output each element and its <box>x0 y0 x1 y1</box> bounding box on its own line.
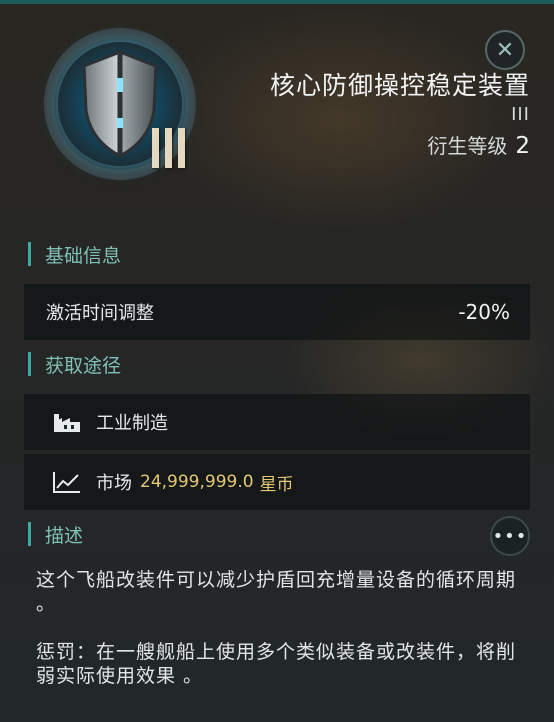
description-text: 这个飞船改装件可以减少护盾回充增量设备的循环周期 。 <box>36 569 517 615</box>
derive-label: 衍生等级 <box>427 134 508 158</box>
attribute-row: 激活时间调整 -20% <box>24 284 530 340</box>
market-price: 24,999,999.0 <box>140 472 254 492</box>
attribute-value: -20% <box>458 300 510 324</box>
section-basic-info: 基础信息 <box>28 240 121 268</box>
acquire-item-market[interactable]: 市场 24,999,999.0 星币 <box>24 454 530 510</box>
market-currency: 星币 <box>259 474 294 495</box>
derive-level: 衍生等级 2 <box>427 130 530 159</box>
chart-icon <box>50 469 84 495</box>
acquire-label-market: 市场 <box>96 473 132 494</box>
more-icon: ••• <box>492 525 528 547</box>
section-acquire-label: 获取途径 <box>45 354 122 377</box>
acquire-item-industry[interactable]: 工业制造 <box>24 394 530 450</box>
section-acquire: 获取途径 <box>28 350 121 378</box>
factory-icon <box>50 409 84 435</box>
close-icon: ✕ <box>495 37 515 63</box>
penalty-text: 惩罚：在一艘舰船上使用多个类似装备或改装件，将削弱实际使用效果 。 <box>36 641 517 687</box>
derive-level-value: 2 <box>515 133 530 159</box>
attribute-label: 激活时间调整 <box>46 303 154 324</box>
tier-text: III <box>511 104 530 125</box>
section-description-label: 描述 <box>45 524 84 547</box>
top-accent-line <box>0 0 554 4</box>
acquire-label-industry: 工业制造 <box>96 413 168 434</box>
section-basic-info-label: 基础信息 <box>45 244 122 267</box>
section-description: 描述 <box>28 520 83 548</box>
tier-badge <box>152 128 185 168</box>
close-button[interactable]: ✕ <box>485 30 525 70</box>
more-button[interactable]: ••• <box>490 516 530 556</box>
shield-icon <box>82 50 158 158</box>
module-title: 核心防御操控稳定装置 <box>269 71 530 100</box>
